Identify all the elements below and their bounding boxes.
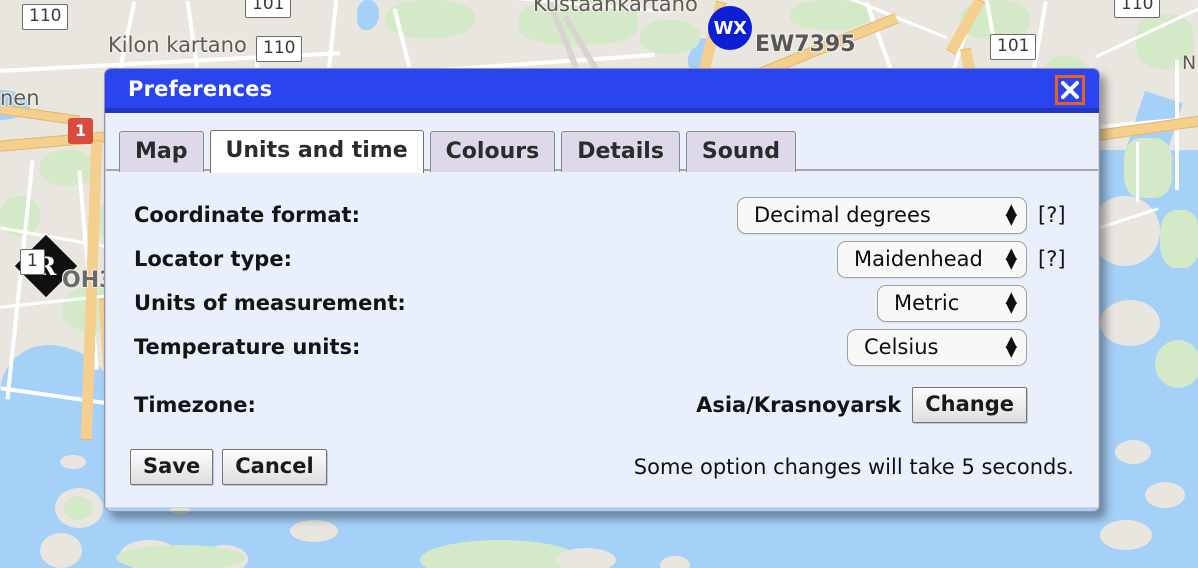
tab-colours[interactable]: Colours [430,131,556,172]
map-land-islet [60,455,86,469]
map-green-area [1124,138,1172,198]
row-coordinate-format: Coordinate format: Decimal degrees ▲▼ [?… [134,193,1076,237]
preferences-dialog: Preferences Map Units and time Colours D… [104,68,1100,512]
dialog-footer: Save Cancel Some option changes will tak… [106,449,1098,485]
units-of-measurement-select[interactable]: Metric ▲▼ [877,285,1027,322]
place-label: Kustaankartano [533,0,698,16]
map-land-islet [1145,482,1185,508]
dialog-body: Map Units and time Colours Details Sound… [105,113,1099,508]
timezone-value: Asia/Krasnoyarsk [696,393,901,417]
chevron-updown-icon: ▲▼ [1005,205,1017,224]
row-units-of-measurement: Units of measurement: Metric ▲▼ [134,281,1076,325]
coordinate-format-value: Decimal degrees [754,203,931,227]
tab-map[interactable]: Map [119,131,204,172]
road-shield: 110 [1114,0,1160,18]
locator-type-select[interactable]: Maidenhead ▲▼ [837,241,1027,278]
map-land-islet [40,533,82,568]
locator-type-value: Maidenhead [854,247,983,271]
tab-details[interactable]: Details [561,131,680,172]
station-callsign-label: EW7395 [755,32,856,57]
tab-units-and-time[interactable]: Units and time [210,130,424,173]
chevron-updown-icon: ▲▼ [1005,337,1017,356]
tab-sound[interactable]: Sound [686,131,796,172]
row-timezone: Timezone: Asia/Krasnoyarsk Change [?] [134,383,1076,427]
locator-type-help[interactable]: [?] [1038,247,1076,271]
temperature-units-value: Celsius [864,335,938,359]
map-land-islet [1115,440,1151,464]
map-green-area [790,0,870,30]
road-shield-primary: 1 [68,118,93,144]
units-of-measurement-value: Metric [894,291,959,315]
map-water [357,0,379,30]
road-shield: 110 [256,36,302,62]
map-land-islet [64,496,92,520]
map-green-area [1160,210,1198,268]
chevron-updown-icon: ▲▼ [1005,249,1017,268]
row-locator-type: Locator type: Maidenhead ▲▼ [?] [134,237,1076,281]
map-land-islet [1155,340,1198,388]
road-shield: 101 [245,0,291,18]
map-land-islet [290,520,338,542]
save-button[interactable]: Save [130,449,213,485]
units-and-time-form: Coordinate format: Decimal degrees ▲▼ [?… [106,171,1098,427]
place-label: N [1182,52,1196,74]
map-land-islet [660,556,690,568]
map-land-islet [1090,196,1160,266]
road-shield: 101 [990,34,1036,60]
change-timezone-button[interactable]: Change [912,387,1027,423]
wx-marker-label: WX [714,18,747,39]
map-green-area [640,20,700,54]
road-shield: 110 [22,4,68,30]
cancel-button[interactable]: Cancel [222,449,326,485]
row-temperature-units: Temperature units: Celsius ▲▼ [134,325,1076,369]
units-of-measurement-label: Units of measurement: [134,291,406,315]
map-land-islet [116,545,246,568]
coordinate-format-label: Coordinate format: [134,203,360,227]
chevron-updown-icon: ▲▼ [1005,293,1017,312]
footer-button-group: Save Cancel [130,449,327,485]
place-label: Kilon kartano [108,33,247,57]
close-icon[interactable] [1055,75,1085,105]
dialog-title: Preferences [128,77,272,101]
map-land-islet [556,548,616,568]
locator-type-label: Locator type: [134,247,292,271]
map-land-islet [1100,300,1160,346]
coordinate-format-help[interactable]: [?] [1038,203,1076,227]
wx-station-marker[interactable]: WX [708,6,752,50]
road-shield: 1 [20,249,45,275]
temperature-units-label: Temperature units: [134,335,360,359]
coordinate-format-select[interactable]: Decimal degrees ▲▼ [737,197,1027,234]
dialog-titlebar[interactable]: Preferences [105,69,1099,113]
map-road [1136,142,1139,202]
timezone-label: Timezone: [134,393,256,417]
temperature-units-select[interactable]: Celsius ▲▼ [847,329,1027,366]
map-land-islet [1100,520,1152,550]
map-green-area [40,150,95,186]
footer-note: Some option changes will take 5 seconds. [634,455,1074,479]
place-label: nen [0,86,40,110]
tab-bar: Map Units and time Colours Details Sound [106,113,1098,171]
